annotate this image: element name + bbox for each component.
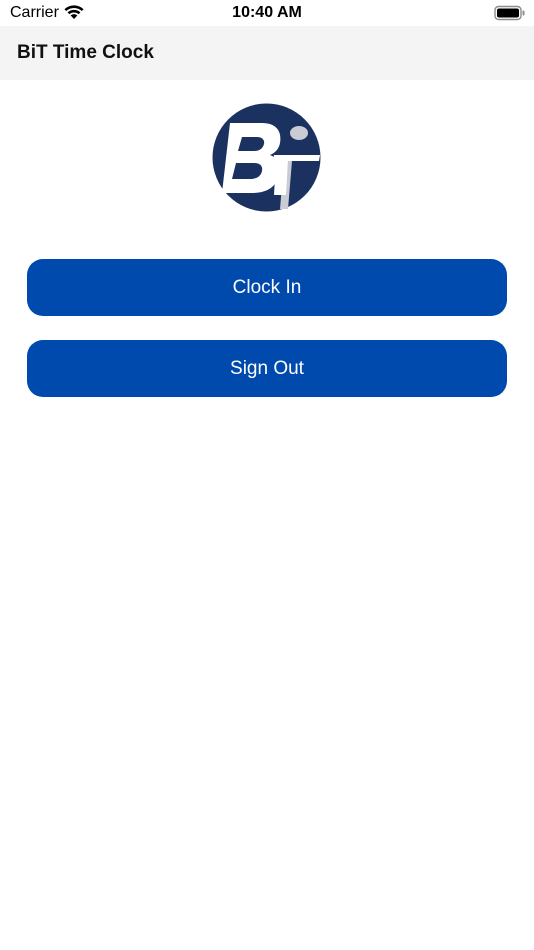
- battery-icon: [494, 5, 526, 21]
- navigation-bar: BiT Time Clock: [0, 26, 534, 80]
- page-title: BiT Time Clock: [17, 42, 154, 63]
- clock-in-button[interactable]: Clock In: [27, 259, 507, 316]
- status-bar: Carrier 10:40 AM: [0, 0, 534, 26]
- bit-logo: [212, 103, 321, 212]
- sign-out-button[interactable]: Sign Out: [27, 340, 507, 397]
- status-time: 10:40 AM: [232, 4, 302, 21]
- screen: Carrier 10:40 AM BiT Time Clock Clock In…: [0, 0, 534, 950]
